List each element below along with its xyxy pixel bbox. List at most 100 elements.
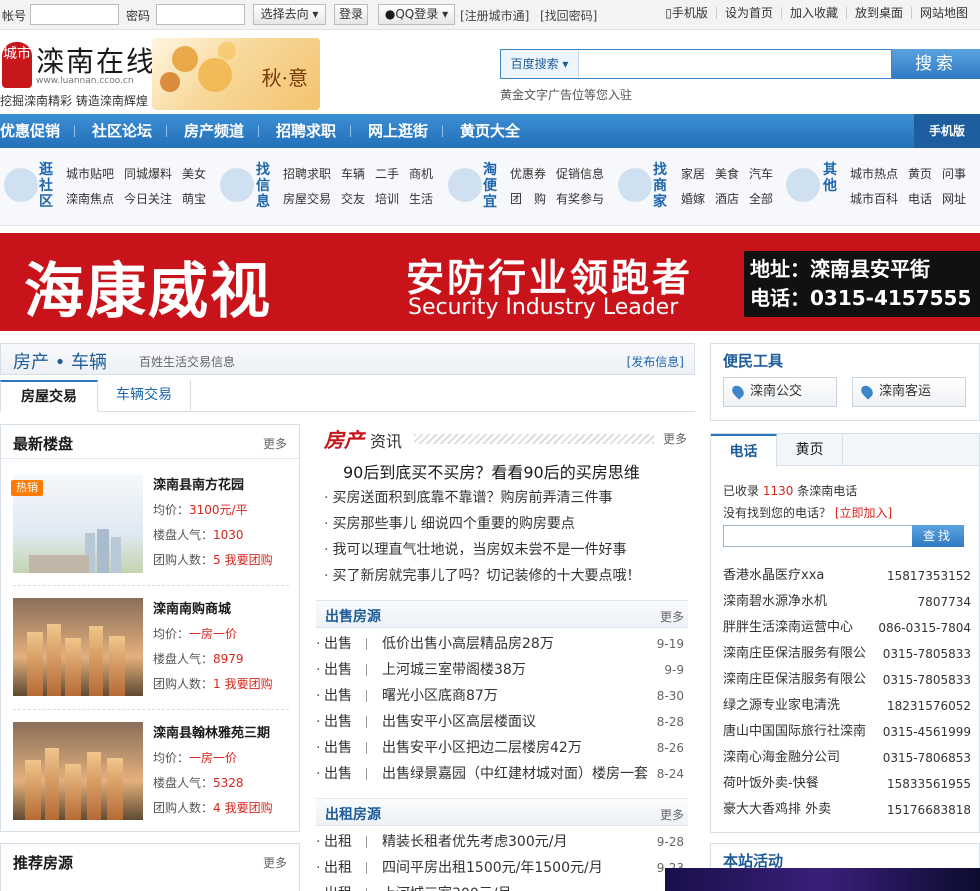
bus-tool-button[interactable]: 滦南公交 <box>723 377 837 407</box>
news-more-link[interactable]: 更多 <box>663 430 687 447</box>
nav-item-yellowpages[interactable]: 黄页大全 <box>460 114 520 148</box>
news-item[interactable]: 买房那些事儿 细说四个重要的购房要点 <box>324 511 684 537</box>
sale-more-link[interactable]: 更多 <box>660 608 684 625</box>
list-item[interactable]: 滦南庄臣保洁服务有限公 0315-7805833 <box>723 641 971 667</box>
set-homepage-link[interactable]: 设为首页 <box>715 7 781 19</box>
account-input[interactable] <box>30 4 119 25</box>
destination-select[interactable]: 选择去向 ▾ <box>253 4 326 25</box>
category-link[interactable]: 问事 <box>942 167 966 181</box>
list-item[interactable]: 出售出售绿景嘉园（中红建材城对面）楼房一套8-24 <box>316 761 688 787</box>
add-favorite-link[interactable]: 加入收藏 <box>780 7 846 19</box>
property-image[interactable] <box>13 722 143 820</box>
register-link[interactable]: [注册城市通] <box>460 7 529 24</box>
group-buy-link[interactable]: 我要团购 <box>225 801 273 815</box>
recommend-more-link[interactable]: 更多 <box>263 854 287 871</box>
category-link[interactable]: 电话 <box>908 192 932 206</box>
text-ad-slot[interactable]: 黄金文字广告位等您入驻 <box>500 86 632 103</box>
ad-banner[interactable]: 海康威视 安防行业领跑者 Security Industry Leader 地址… <box>0 233 980 331</box>
list-item[interactable]: 出售低价出售小高层精品房28万9-19 <box>316 631 688 657</box>
activity-image[interactable] <box>665 868 980 891</box>
retrieve-password-link[interactable]: [找回密码] <box>540 7 597 24</box>
category-title-community[interactable]: 逛社区 <box>38 162 54 210</box>
category-link[interactable]: 全部 <box>749 192 773 206</box>
category-link[interactable]: 城市热点 <box>850 167 898 181</box>
category-title-other[interactable]: 其他 <box>822 162 838 194</box>
category-link[interactable]: 招聘求职 <box>283 167 331 181</box>
nav-item-forum[interactable]: 社区论坛 <box>92 114 152 148</box>
tab-yellowpages[interactable]: 黄页 <box>777 434 843 466</box>
property-name[interactable]: 滦南县翰林雅苑三期 <box>153 721 273 746</box>
nav-item-promotions[interactable]: 优惠促销 <box>0 114 60 148</box>
list-item[interactable]: 唐山中国国际旅行社滦南 0315-4561999 <box>723 719 971 745</box>
list-item[interactable]: 出租四间平房出租1500元/年1500元/月9-23 <box>316 855 688 881</box>
category-link[interactable]: 家居 <box>681 167 705 181</box>
category-link[interactable]: 酒店 <box>715 192 739 206</box>
news-item[interactable]: 我可以理直气壮地说，当房奴未尝不是一件好事 <box>324 537 684 563</box>
category-link[interactable]: 美女 <box>182 167 206 181</box>
nav-item-shopping[interactable]: 网上逛街 <box>368 114 428 148</box>
category-link[interactable]: 城市贴吧 <box>66 167 114 181</box>
category-link[interactable]: 今日关注 <box>124 192 172 206</box>
category-link[interactable]: 婚嫁 <box>681 192 705 206</box>
news-headline[interactable]: 90后到底买不买房？看看90后的买房思维 <box>343 459 640 483</box>
category-title-deals[interactable]: 淘便宜 <box>482 162 498 210</box>
list-item[interactable]: 胖胖生活滦南运营中心 086-0315-7804 <box>723 615 971 641</box>
list-item[interactable]: 出租上河城三室300元/月 <box>316 881 688 891</box>
join-link[interactable]: [立即加入] <box>835 506 892 520</box>
list-item[interactable]: 香港水晶医疗xxa 15817353152 <box>723 563 971 589</box>
desktop-link[interactable]: 放到桌面 <box>845 7 911 19</box>
news-item[interactable]: 买房送面积到底靠不靠谱？购房前弄清三件事 <box>324 485 684 511</box>
category-link[interactable]: 二手 <box>375 167 399 181</box>
list-item[interactable]: 出售出售安平小区高层楼面议8-28 <box>316 709 688 735</box>
category-link[interactable]: 城市百科 <box>850 192 898 206</box>
logo-text[interactable]: 滦南在线 <box>36 40 156 80</box>
search-button[interactable]: 搜索 <box>892 49 980 79</box>
category-link[interactable]: 滦南焦点 <box>66 192 114 206</box>
nav-item-jobs[interactable]: 招聘求职 <box>276 114 336 148</box>
category-link[interactable]: 车辆 <box>341 167 365 181</box>
sitemap-link[interactable]: 网站地图 <box>910 7 976 19</box>
category-link[interactable]: 交友 <box>341 192 365 206</box>
category-link[interactable]: 美食 <box>715 167 739 181</box>
property-image[interactable] <box>13 598 143 696</box>
list-item[interactable]: 出售上河城三室带阁楼38万9-9 <box>316 657 688 683</box>
publish-link[interactable]: [发布信息] <box>627 353 684 370</box>
phone-search-button[interactable]: 查找 <box>912 525 964 547</box>
tab-house-trade[interactable]: 房屋交易 <box>0 380 98 412</box>
list-item[interactable]: 滦南心海金融分公司 0315-7806853 <box>723 745 971 771</box>
category-link[interactable]: 优惠券 <box>510 167 546 181</box>
list-item[interactable]: 荷叶饭外卖-快餐 15833561955 <box>723 771 971 797</box>
phone-search-input[interactable] <box>723 525 923 547</box>
category-link[interactable]: 有奖参与 <box>556 192 604 206</box>
group-buy-link[interactable]: 我要团购 <box>225 553 273 567</box>
category-link[interactable]: 商机 <box>409 167 433 181</box>
latest-more-link[interactable]: 更多 <box>263 435 287 452</box>
category-link[interactable]: 黄页 <box>908 167 932 181</box>
qq-login-button[interactable]: ●QQ登录 ▾ <box>378 4 455 25</box>
coach-tool-button[interactable]: 滦南客运 <box>852 377 966 407</box>
list-item[interactable]: 出售曙光小区底商87万8-30 <box>316 683 688 709</box>
list-item[interactable]: 绿之源专业家电清洗 18231576052 <box>723 693 971 719</box>
property-name[interactable]: 滦南南购商城 <box>153 597 273 622</box>
mobile-link[interactable]: ▯手机版 <box>657 7 716 19</box>
login-button[interactable]: 登录 <box>334 4 368 25</box>
list-item[interactable]: 出售出售安平小区把边二层楼房42万8-26 <box>316 735 688 761</box>
category-link[interactable]: 培训 <box>375 192 399 206</box>
category-link[interactable]: 网址 <box>942 192 966 206</box>
search-input[interactable] <box>581 50 891 78</box>
nav-mobile-button[interactable]: 手机版 <box>914 114 980 148</box>
tab-phone[interactable]: 电话 <box>711 434 777 467</box>
category-link[interactable]: 促销信息 <box>556 167 604 181</box>
nav-item-realestate[interactable]: 房产频道 <box>184 114 244 148</box>
category-title-info[interactable]: 找信息 <box>255 162 271 210</box>
news-item[interactable]: 买了新房就完事儿了吗？切记装修的十大要点哦！ <box>324 563 684 589</box>
list-item[interactable]: 出租精装长租者优先考虑300元/月9-28 <box>316 829 688 855</box>
category-link[interactable]: 同城爆料 <box>124 167 172 181</box>
category-link[interactable]: 汽车 <box>749 167 773 181</box>
category-link[interactable]: 生活 <box>409 192 433 206</box>
tab-car-trade[interactable]: 车辆交易 <box>98 380 191 412</box>
rent-more-link[interactable]: 更多 <box>660 806 684 823</box>
list-item[interactable]: 滦南庄臣保洁服务有限公 0315-7805833 <box>723 667 971 693</box>
category-title-merchants[interactable]: 找商家 <box>652 162 668 210</box>
group-buy-link[interactable]: 我要团购 <box>225 677 273 691</box>
